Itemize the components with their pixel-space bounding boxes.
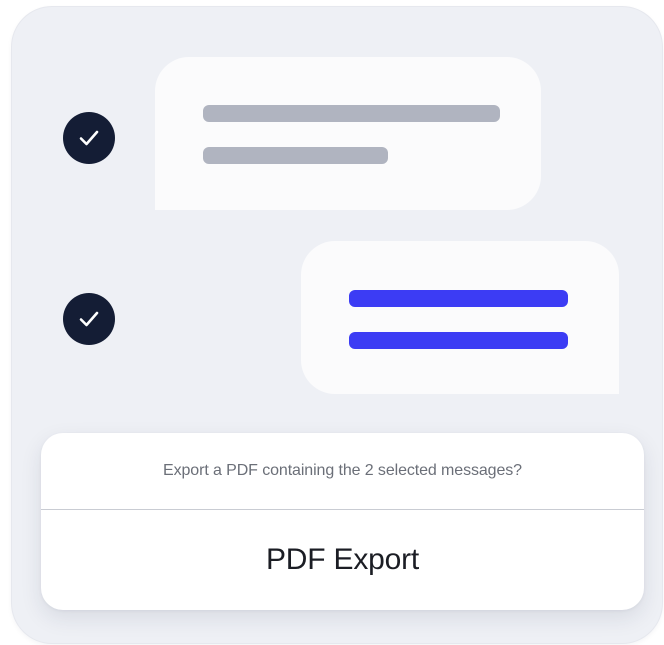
message-1-placeholder-line-2 bbox=[203, 147, 388, 164]
message-2-bubble[interactable] bbox=[301, 241, 619, 394]
pdf-export-button[interactable]: PDF Export bbox=[41, 510, 644, 610]
export-action-sheet: Export a PDF containing the 2 selected m… bbox=[41, 433, 644, 610]
message-2-placeholder-line-1 bbox=[349, 290, 568, 307]
message-1-bubble[interactable] bbox=[155, 57, 541, 210]
checkmark-icon bbox=[79, 311, 99, 327]
message-1-selected-checkbox[interactable] bbox=[63, 112, 115, 164]
message-2-placeholder-line-2 bbox=[349, 332, 568, 349]
message-2-selected-checkbox[interactable] bbox=[63, 293, 115, 345]
export-prompt-text: Export a PDF containing the 2 selected m… bbox=[163, 462, 522, 479]
checkmark-icon bbox=[79, 130, 99, 146]
message-1-placeholder-line-1 bbox=[203, 105, 500, 122]
